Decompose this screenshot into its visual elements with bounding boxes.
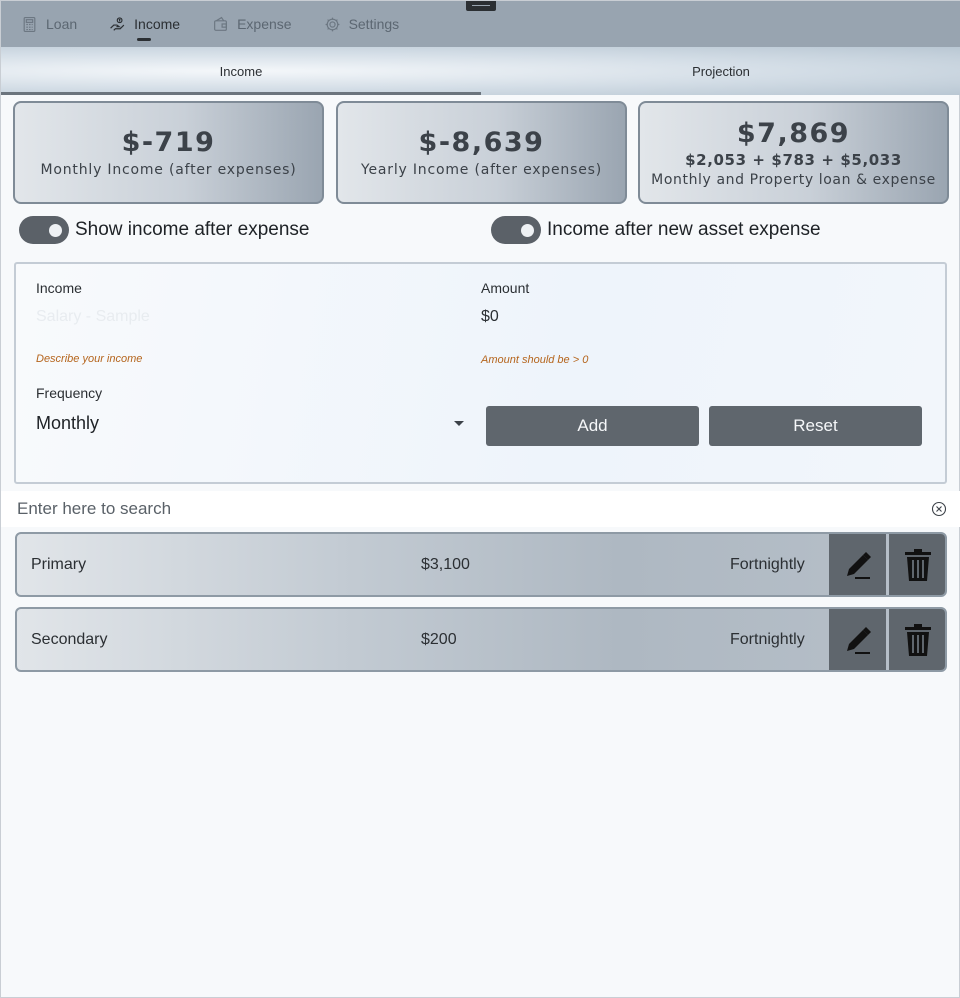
- income-row-amount: $3,100: [421, 555, 470, 573]
- reset-button-label: Reset: [793, 416, 838, 435]
- income-row-amount: $200: [421, 630, 457, 648]
- monthly-income-card: $-719 Monthly Income (after expenses): [13, 101, 324, 204]
- income-entry-form: Income Describe your income Amount Amoun…: [14, 262, 947, 484]
- loan-expense-card: $7,869 $2,053 + $783 + $5,033 Monthly an…: [638, 101, 949, 204]
- income-row-frequency: Fortnightly: [730, 555, 805, 573]
- tab-projection[interactable]: Projection: [481, 47, 960, 95]
- top-nav: Loan Income Expense Settings: [1, 1, 960, 47]
- nav-item-expense[interactable]: Expense: [212, 1, 292, 47]
- nav-item-settings[interactable]: Settings: [324, 1, 400, 47]
- income-row-frequency: Fortnightly: [730, 630, 805, 648]
- nav-label-expense: Expense: [237, 16, 292, 32]
- search-bar: [1, 491, 960, 527]
- add-button[interactable]: Add: [486, 406, 699, 446]
- show-income-toggle[interactable]: [19, 216, 69, 244]
- income-hint: Describe your income: [36, 353, 143, 365]
- yearly-income-card: $-8,639 Yearly Income (after expenses): [336, 101, 627, 204]
- amount-hint: Amount should be > 0: [481, 354, 589, 366]
- tab-income[interactable]: Income: [1, 47, 481, 95]
- frequency-selected-value: Monthly: [36, 412, 100, 433]
- sub-tabs: Income Projection: [1, 47, 960, 95]
- delete-button[interactable]: [889, 609, 945, 670]
- income-row-name: Secondary: [31, 630, 108, 648]
- calculator-icon: [23, 16, 36, 32]
- income-description-input[interactable]: [36, 308, 456, 326]
- nav-item-income[interactable]: Income: [109, 1, 180, 47]
- trash-icon: [904, 548, 931, 581]
- edit-button[interactable]: [829, 534, 886, 595]
- nav-item-loan[interactable]: Loan: [21, 1, 77, 47]
- loan-expense-label: Monthly and Property loan & expense: [651, 171, 936, 188]
- loan-expense-breakdown: $2,053 + $783 + $5,033: [685, 150, 902, 169]
- show-income-toggle-row[interactable]: Show income after expense: [19, 215, 309, 245]
- monthly-income-value: $-719: [121, 127, 216, 158]
- edit-button[interactable]: [829, 609, 886, 670]
- nav-label-loan: Loan: [46, 16, 78, 32]
- nav-label-income: Income: [134, 16, 181, 32]
- gear-icon: [325, 17, 339, 31]
- reset-button[interactable]: Reset: [709, 406, 922, 446]
- wallet-icon: [214, 16, 228, 31]
- clear-search-icon[interactable]: [931, 501, 947, 517]
- loan-expense-value: $7,869: [736, 117, 851, 149]
- tab-income-label: Income: [219, 63, 263, 79]
- hand-coins-icon: [110, 16, 125, 31]
- show-income-toggle-label: Show income after expense: [75, 219, 310, 240]
- yearly-income-label: Yearly Income (after expenses): [361, 162, 602, 178]
- toggle-knob: [49, 224, 62, 237]
- yearly-income-value: $-8,639: [418, 127, 545, 158]
- income-row-name: Primary: [31, 555, 87, 573]
- amount-input[interactable]: [481, 308, 901, 326]
- income-row[interactable]: Secondary $200 Fortnightly: [15, 607, 947, 672]
- delete-button[interactable]: [889, 534, 945, 595]
- new-asset-toggle[interactable]: [491, 216, 541, 244]
- add-button-label: Add: [577, 416, 608, 435]
- amount-field-label: Amount: [481, 280, 530, 296]
- frequency-field-label: Frequency: [36, 385, 103, 401]
- income-row[interactable]: Primary $3,100 Fortnightly: [15, 532, 947, 597]
- search-input[interactable]: [17, 499, 897, 519]
- new-asset-toggle-label: Income after new asset expense: [547, 219, 821, 240]
- monthly-income-label: Monthly Income (after expenses): [40, 162, 297, 178]
- frequency-select[interactable]: Monthly: [36, 409, 466, 437]
- window-grip-handle[interactable]: [466, 1, 496, 11]
- chevron-down-icon: [454, 420, 464, 426]
- income-field-label: Income: [36, 280, 82, 296]
- nav-label-settings: Settings: [348, 16, 400, 32]
- trash-icon: [904, 623, 931, 656]
- toggle-knob: [521, 224, 534, 237]
- pencil-icon: [846, 551, 871, 579]
- tab-projection-label: Projection: [692, 63, 750, 79]
- pencil-icon: [846, 626, 871, 654]
- new-asset-toggle-row[interactable]: Income after new asset expense: [491, 215, 821, 245]
